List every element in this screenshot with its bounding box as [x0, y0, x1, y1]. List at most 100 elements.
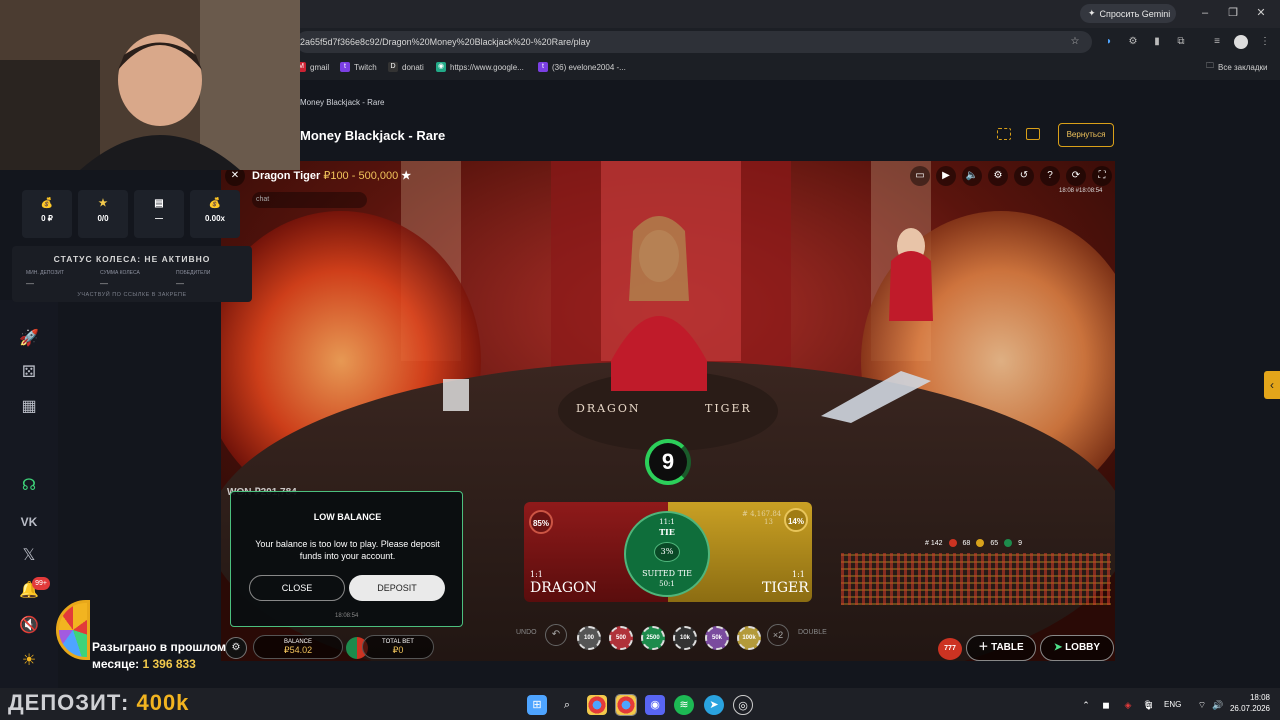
mute-icon[interactable]: 🔇 [18, 615, 40, 637]
ask-gemini-button[interactable]: ✦ Спросить Gemini [1080, 4, 1176, 23]
bookmark-star-icon[interactable]: ☆ [1068, 35, 1082, 49]
extension-icon[interactable]: ◗ [1102, 35, 1116, 49]
chip-500[interactable]: 500 [609, 626, 633, 650]
obs-icon[interactable]: ◎ [733, 695, 753, 715]
browser-menu-icon[interactable]: ⋮ [1258, 35, 1272, 49]
table-button[interactable]: ＋ TABLE [966, 635, 1036, 661]
microphone-icon[interactable]: 🎙 [1138, 695, 1158, 715]
chat-input[interactable]: chat [252, 192, 367, 208]
stat-card: ▤ — [134, 190, 184, 238]
coin-bag-icon: 💰 [40, 198, 54, 209]
url-text: 2a65f5d7f366e8c92/Dragon%20Money%20Black… [300, 37, 591, 47]
profile-avatar[interactable] [1234, 35, 1248, 49]
fullscreen-icon[interactable] [997, 128, 1011, 140]
theme-sun-icon[interactable]: ☀ [18, 650, 40, 672]
language-indicator[interactable]: ENG [1164, 700, 1181, 709]
modal-title: LOW BALANCE [313, 512, 382, 522]
extension-icon[interactable]: ⚙ [1126, 35, 1140, 49]
chrome-icon[interactable] [587, 695, 607, 715]
undo-button[interactable]: ↶ [545, 624, 567, 646]
plus-icon: ＋ [978, 642, 992, 653]
tab-search-icon[interactable]: ≡ [1210, 35, 1224, 49]
maximize-button[interactable]: ❐ [1226, 6, 1240, 20]
left-sidebar: 🚀 ⚄ ▦ ☊ VK 𝕏 🔔 99+ 🔇 ☀ [0, 300, 58, 688]
extension-icon[interactable]: ▮ [1150, 35, 1164, 49]
chip-10k[interactable]: 10k [673, 626, 697, 650]
help-icon[interactable]: ? [1040, 166, 1060, 186]
chip-50k[interactable]: 50k [705, 626, 729, 650]
twitch-icon: t [538, 62, 548, 72]
minimize-button[interactable]: – [1198, 6, 1212, 20]
tie-dot-icon [1004, 539, 1013, 547]
slot-icon[interactable]: ▦ [18, 396, 40, 418]
bookmark-item[interactable]: Ddonati [388, 58, 424, 76]
vk-icon[interactable]: VK [18, 511, 40, 533]
video-icon[interactable]: ▶ [936, 166, 956, 186]
tray-app-icon[interactable]: ◈ [1118, 695, 1138, 715]
wheel-status-panel: СТАТУС КОЛЕСА: НЕ АКТИВНО МИН. ДЕПОЗИТ С… [12, 246, 252, 302]
volume-icon[interactable]: 🔊 [1208, 695, 1228, 715]
tray-app-icon[interactable]: ◼ [1096, 695, 1116, 715]
history-icon[interactable]: ↺ [1014, 166, 1034, 186]
sound-icon[interactable]: 🔈 [962, 166, 982, 186]
chip-100[interactable]: 100 [577, 626, 601, 650]
tiger-percent: 14% [784, 508, 808, 532]
tie-bet-spot[interactable]: 11:1 TIE 3% SUITED TIE 50:1 [624, 511, 710, 597]
back-button[interactable]: Вернуться [1058, 123, 1114, 147]
bet-panel: 85% 1:1 DRAGON # 4,167.84 13 14% 1:1 TIG… [524, 502, 812, 602]
extensions-puzzle-icon[interactable]: ⧉ [1174, 35, 1188, 49]
table-print-dragon: DRAGON [576, 402, 640, 415]
stream-stats: 💰 0 ₽ ★ 0/0 ▤ — 💰 0.00x [12, 190, 256, 240]
telegram-icon[interactable]: ➤ [704, 695, 724, 715]
favorite-star-icon[interactable]: ★ [401, 170, 411, 182]
x-icon[interactable]: 𝕏 [18, 545, 40, 567]
theater-mode-icon[interactable] [1026, 128, 1040, 140]
wheel-status: СТАТУС КОЛЕСА: НЕ АКТИВНО [53, 254, 211, 264]
windows-start-icon[interactable]: ⊞ [527, 695, 547, 715]
bookmark-item[interactable]: ◉ https://www.google... [436, 58, 524, 76]
tiger-label: TIGER [762, 580, 809, 596]
refresh-icon[interactable]: ⟳ [1066, 166, 1086, 186]
deposit-button[interactable]: DEPOSIT [349, 575, 445, 601]
balance-display: BALANCE ₽54.02 [253, 635, 343, 659]
deposit-label: ДЕПОЗИТ: 400k [8, 690, 190, 715]
game-title: Dragon Tiger ₽100 - 500,000 ★ [252, 170, 412, 182]
chrome-icon[interactable] [615, 694, 637, 716]
chat-icon[interactable]: ▭ [910, 166, 930, 186]
tiger-dot-icon [976, 539, 985, 547]
card-icon: ▤ [154, 198, 164, 209]
prev-month-text: Разыграно в прошлом месяце: 1 396 833 [92, 640, 226, 671]
dragon-dot-icon [948, 539, 957, 547]
modal-message: Your balance is too low to play. Please … [255, 539, 440, 561]
bookmark-item[interactable]: t Twitch [340, 58, 377, 76]
system-clock[interactable]: 18:08 26.07.2026 [1228, 692, 1270, 714]
windows-taskbar: ⊞ ⌕ ◉ ≋ ➤ ◎ ⌃ ◼ ◈ ⊟ 🎙 ⌔ 🔊 [250, 690, 1280, 720]
slots-777-icon[interactable]: 777 [938, 638, 962, 660]
modal-time: 18:08:54 [335, 613, 359, 619]
dragon-percent: 85% [529, 510, 553, 534]
expand-sidebar-button[interactable]: ‹ [1264, 371, 1280, 399]
dice-icon[interactable]: ⚄ [18, 362, 40, 384]
rocket-icon[interactable]: 🚀 [18, 328, 40, 350]
bookmark-item[interactable]: Mgmail [296, 58, 329, 76]
settings-gear-icon[interactable]: ⚙ [988, 166, 1008, 186]
close-window-button[interactable]: ✕ [1254, 6, 1268, 20]
spotify-icon[interactable]: ≋ [674, 695, 694, 715]
lobby-button[interactable]: ➤ LOBBY [1040, 635, 1114, 661]
stat-card: 💰 0 ₽ [22, 190, 72, 238]
fullscreen-game-icon[interactable]: ⛶ [1092, 166, 1112, 186]
double-button[interactable]: ×2 [767, 624, 789, 646]
search-icon[interactable]: ⌕ [557, 695, 577, 715]
suited-tie-label: SUITED TIE [642, 569, 692, 578]
all-bookmarks[interactable]: 🗀 Все закладки [1206, 58, 1267, 76]
support-headset-icon[interactable]: ☊ [18, 475, 40, 497]
chip-100k[interactable]: 100k [737, 626, 761, 650]
tray-chevron-icon[interactable]: ⌃ [1076, 695, 1096, 715]
bookmark-item[interactable]: t (36) evelone2004 -... [538, 58, 626, 76]
close-button[interactable]: CLOSE [249, 575, 345, 601]
chip-settings-icon[interactable]: ⚙ [225, 637, 247, 659]
discord-icon[interactable]: ◉ [645, 695, 665, 715]
address-bar[interactable]: 2a65f5d7f366e8c92/Dragon%20Money%20Black… [296, 31, 1092, 53]
page-title: Money Blackjack - Rare [300, 128, 446, 143]
chip-2500[interactable]: 2500 [641, 626, 665, 650]
